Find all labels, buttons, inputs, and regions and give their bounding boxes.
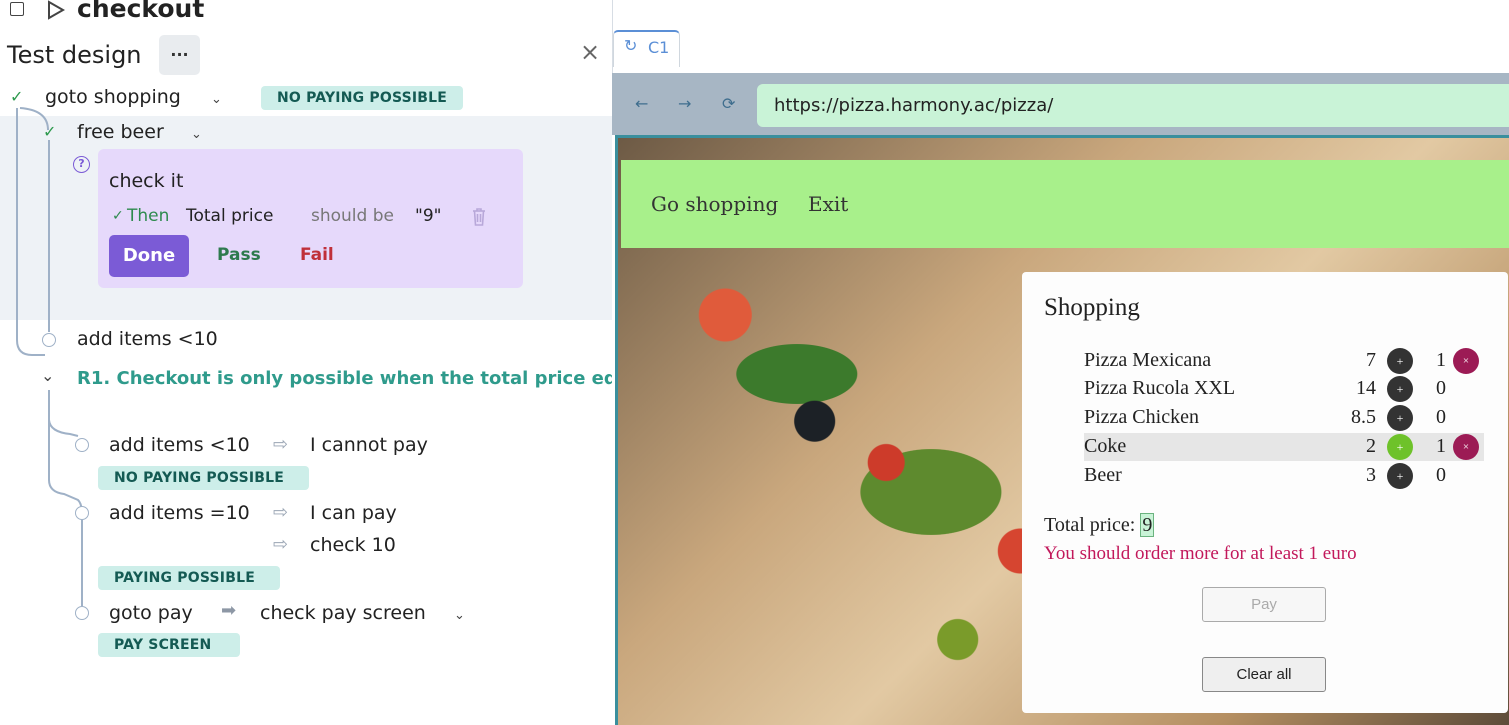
arrow-right-icon: ⇨ [273,434,289,455]
step-result[interactable]: I can pay [310,502,397,524]
shopping-title: Shopping [1044,294,1140,321]
step-result[interactable]: check pay screen [260,602,426,624]
step-add-items[interactable]: add items <10 [77,328,218,350]
check-field[interactable]: Total price [186,206,273,226]
step-action[interactable]: add items =10 [109,502,250,524]
state-badge: NO PAYING POSSIBLE [261,86,464,110]
item-price: 7 [1366,349,1376,371]
chevron-down-icon[interactable]: ⌄ [41,366,54,385]
site-navbar: Go shopping Exit [621,160,1509,248]
item-price: 8.5 [1351,406,1376,428]
shop-item: Beer 3 + 0 [1084,462,1484,490]
item-qty: 0 [1436,377,1446,399]
reload-icon[interactable]: ⟳ [722,94,735,113]
nav-go-shopping[interactable]: Go shopping [651,192,778,216]
shop-item: Pizza Chicken 8.5 + 0 [1084,404,1484,432]
requirement-title[interactable]: R1. Checkout is only possible when the t… [77,368,612,389]
step-result[interactable]: I cannot pay [310,434,428,456]
loading-icon: ↻ [624,36,638,55]
back-icon[interactable]: ← [635,94,648,113]
pay-button[interactable]: Pay [1202,587,1326,622]
step-free-beer[interactable]: free beer [77,121,164,143]
test-design-panel: checkout Test design ··· × ✓ goto shoppi… [0,0,612,725]
help-icon[interactable]: ? [73,156,90,173]
chevron-down-icon[interactable]: ⌄ [454,608,465,623]
chevron-down-icon[interactable]: ⌄ [211,92,222,107]
warning-message: You should order more for at least 1 eur… [1044,543,1357,564]
add-item-button[interactable]: + [1387,463,1413,489]
add-item-button[interactable]: + [1387,405,1413,431]
item-qty: 0 [1436,464,1446,486]
address-bar[interactable]: https://pizza.harmony.ac/pizza/ [757,84,1509,127]
state-badge: NO PAYING POSSIBLE [98,466,309,490]
forward-icon[interactable]: → [678,94,691,113]
step-node [75,438,89,452]
item-price: 2 [1366,435,1376,457]
arrow-right-icon: ⇨ [273,502,289,523]
browser-panel: ↻ C1 ← → ⟳ https://pizza.harmony.ac/pizz… [612,0,1509,725]
passed-check-icon: ✓ [43,122,57,141]
step-goto-shopping[interactable]: goto shopping [45,86,181,108]
item-price: 14 [1356,377,1376,399]
item-name: Beer [1084,464,1122,486]
item-name: Pizza Mexicana [1084,349,1212,371]
tab-strip [612,0,1509,73]
add-item-button[interactable]: + [1387,434,1413,460]
total-price-row: Total price: 9 [1044,513,1155,537]
passed-check-icon: ✓ [10,87,24,106]
item-name: Pizza Rucola XXL [1084,377,1236,399]
item-name: Coke [1084,435,1127,457]
fail-button[interactable]: Fail [300,245,334,265]
pass-button[interactable]: Pass [217,245,261,265]
add-item-button[interactable]: + [1387,348,1413,374]
item-qty: 1 [1436,435,1446,457]
item-qty: 1 [1436,349,1446,371]
shopping-card: Shopping Pizza Mexicana 7 + 1 × Pizza Ru… [1022,272,1508,713]
chevron-down-icon[interactable]: ⌄ [191,127,202,142]
check-value[interactable]: "9" [415,206,441,226]
web-page: Go shopping Exit Shopping Pizza Mexicana… [615,135,1509,725]
check-title[interactable]: check it [109,170,183,192]
step-node [42,333,56,347]
done-button[interactable]: Done [109,235,189,277]
state-badge: PAYING POSSIBLE [98,566,280,590]
item-name: Pizza Chicken [1084,406,1199,428]
item-qty: 0 [1436,406,1446,428]
shop-item: Pizza Rucola XXL 14 + 0 [1084,375,1484,403]
step-node [75,506,89,520]
shop-item: Coke 2 + 1 × [1084,433,1484,461]
state-badge: PAY SCREEN [98,633,240,657]
total-value: 9 [1140,513,1155,537]
tab-c1[interactable]: ↻ C1 [613,30,680,67]
step-action[interactable]: goto pay [109,602,193,624]
clear-all-button[interactable]: Clear all [1202,657,1326,692]
then-label: Then [127,206,170,226]
check-condition[interactable]: should be [311,206,394,226]
add-item-button[interactable]: + [1387,376,1413,402]
step-result[interactable]: check 10 [310,534,396,556]
item-price: 3 [1366,464,1376,486]
then-check-icon: ✓ [112,208,124,224]
tab-label: C1 [648,38,670,57]
nav-exit[interactable]: Exit [808,192,848,216]
shop-item: Pizza Mexicana 7 + 1 × [1084,347,1484,375]
trash-icon[interactable] [471,207,487,227]
arrow-right-filled-icon: ➡ [221,600,237,621]
step-action[interactable]: add items <10 [109,434,250,456]
total-label: Total price: [1044,514,1136,536]
remove-item-button[interactable]: × [1453,348,1479,374]
remove-item-button[interactable]: × [1453,434,1479,460]
step-node [75,606,89,620]
arrow-right-icon: ⇨ [273,534,289,555]
